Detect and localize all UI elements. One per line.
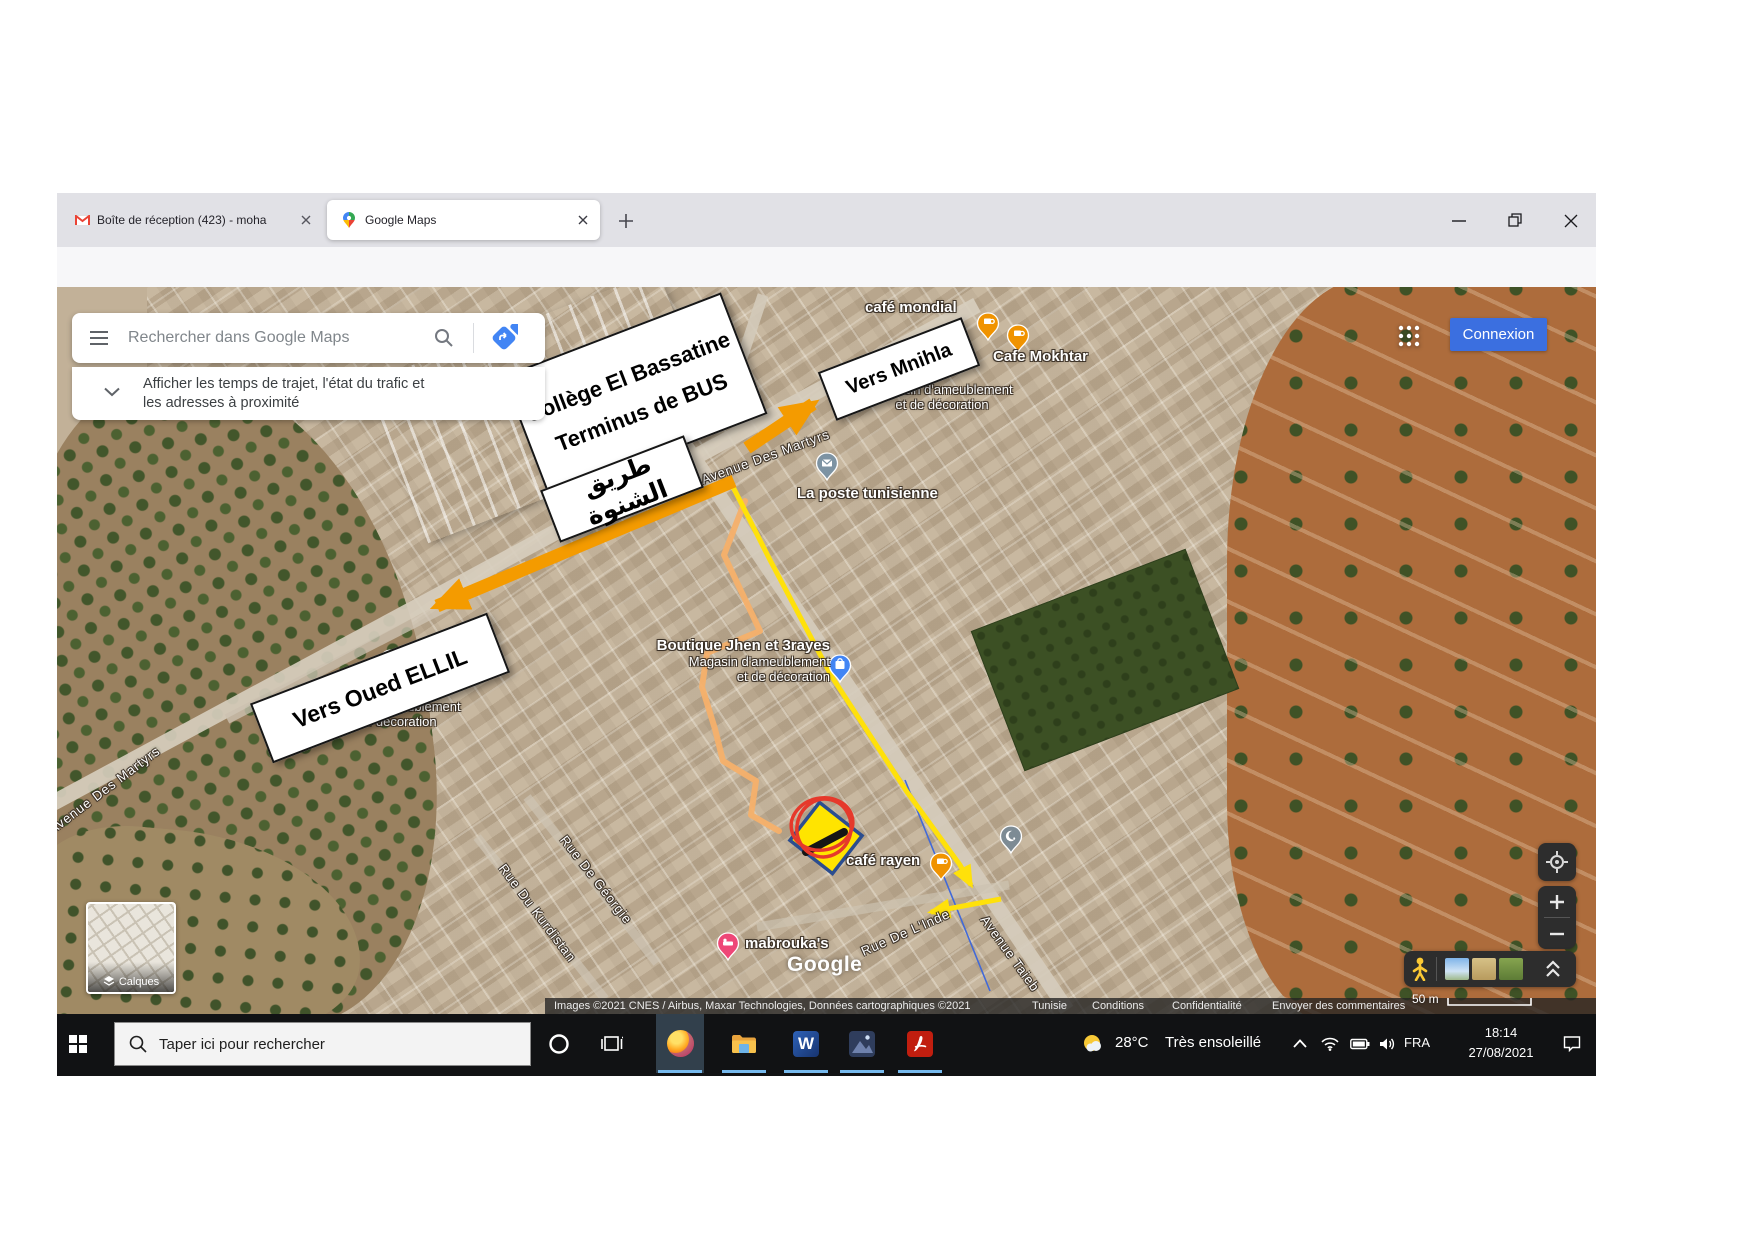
restore-button[interactable] <box>1505 211 1525 231</box>
divider <box>473 323 474 353</box>
tab-google-maps[interactable]: Google Maps <box>327 200 600 240</box>
tray-chevron-up-icon[interactable] <box>1285 1014 1315 1073</box>
attribution-text: Images ©2021 CNES / Airbus, Maxar Techno… <box>554 1000 971 1012</box>
imagery-bar <box>1404 951 1576 987</box>
post-office-pin[interactable] <box>817 453 838 480</box>
tray-time: 18:14 <box>1455 1023 1547 1043</box>
file-explorer-icon <box>731 1033 757 1055</box>
chevron-down-icon[interactable] <box>104 387 120 397</box>
google-watermark: Google <box>787 953 862 977</box>
attribution-link[interactable]: Conditions <box>1092 1000 1144 1012</box>
collapse-chevrons-icon[interactable] <box>1545 960 1561 978</box>
minimize-button[interactable] <box>1449 215 1469 227</box>
acrobat-icon <box>907 1031 933 1057</box>
traffic-panel[interactable]: Afficher les temps de trajet, l'état du … <box>72 367 545 420</box>
photos-taskbar-button[interactable] <box>838 1014 886 1073</box>
notification-center-icon[interactable] <box>1552 1014 1592 1073</box>
mosque-pin[interactable] <box>1001 826 1022 853</box>
search-icon[interactable] <box>434 328 454 348</box>
tab-title: Google Maps <box>365 213 578 227</box>
poi-label: mabrouka's <box>745 935 829 952</box>
attribution-link[interactable]: Tunisie <box>1032 1000 1067 1012</box>
taskbar-search-box[interactable]: Taper ici pour rechercher <box>114 1022 531 1066</box>
poi-label: café rayen <box>846 852 920 869</box>
imagery-thumb-sky[interactable] <box>1445 958 1469 980</box>
firefox-taskbar-button[interactable] <box>656 1014 704 1073</box>
signin-button[interactable]: Connexion <box>1450 318 1547 351</box>
tray-language[interactable]: FRA <box>1404 1035 1430 1050</box>
attribution-link[interactable]: Confidentialité <box>1172 1000 1242 1012</box>
poi-label-block: Boutique Jhen et 3rayes Magasin d'ameubl… <box>630 637 830 684</box>
wifi-icon[interactable] <box>1315 1014 1345 1073</box>
task-view-button[interactable] <box>591 1014 633 1073</box>
navigation-toolbar: https://www.google.tn/maps/@36.8441072,1… <box>57 247 1596 288</box>
photos-icon <box>849 1031 875 1057</box>
divider <box>1436 957 1437 981</box>
search-icon <box>129 1035 147 1053</box>
search-input[interactable]: Rechercher dans Google Maps <box>128 329 349 347</box>
word-icon: W <box>793 1031 819 1057</box>
google-maps-pin-icon <box>343 212 355 228</box>
scale-label: 50 m <box>1412 992 1439 1006</box>
close-icon[interactable] <box>301 215 311 225</box>
start-button[interactable] <box>61 1014 95 1073</box>
firefox-icon <box>667 1030 694 1057</box>
layers-icon <box>103 975 115 987</box>
close-icon[interactable] <box>578 215 588 225</box>
cafe-mondial-pin[interactable] <box>978 313 999 340</box>
imagery-thumb-field[interactable] <box>1472 958 1496 980</box>
tray-weather-text[interactable]: Très ensoleillé <box>1165 1034 1261 1051</box>
battery-icon[interactable] <box>1345 1014 1375 1073</box>
layers-control[interactable]: Calques <box>86 902 176 994</box>
explorer-taskbar-button[interactable] <box>720 1014 768 1073</box>
scale-bar <box>1447 997 1532 1007</box>
cortana-button[interactable] <box>539 1014 579 1073</box>
tray-date: 27/08/2021 <box>1455 1043 1547 1063</box>
taskbar-search-placeholder: Taper ici pour rechercher <box>159 1036 325 1053</box>
tray-temperature[interactable]: 28°C <box>1115 1034 1149 1051</box>
zoom-controls <box>1538 886 1576 949</box>
google-apps-grid-icon[interactable] <box>1398 325 1420 347</box>
gmail-icon <box>75 215 90 226</box>
map-canvas[interactable]: café mondial Cafe Mokhtar Magasin d'ameu… <box>57 287 1596 1014</box>
zoom-out-button[interactable] <box>1538 918 1576 949</box>
acrobat-taskbar-button[interactable] <box>896 1014 944 1073</box>
poi-label: Cafe Mokhtar <box>993 348 1088 365</box>
new-tab-button[interactable] <box>617 212 635 230</box>
tray-clock[interactable]: 18:14 27/08/2021 <box>1455 1023 1547 1063</box>
pegman-icon[interactable] <box>1412 957 1428 981</box>
directions-icon[interactable] <box>490 324 518 352</box>
weather-icon[interactable] <box>1075 1014 1111 1073</box>
cafe-rayen-pin[interactable] <box>931 853 952 880</box>
close-window-button[interactable] <box>1561 211 1581 231</box>
browser-window: Boîte de réception (423) - moha Google M… <box>57 193 1596 1076</box>
poi-label: La poste tunisienne <box>797 485 938 502</box>
imagery-thumb-grass[interactable] <box>1499 958 1523 980</box>
maps-search-card[interactable]: Rechercher dans Google Maps <box>72 313 545 363</box>
tab-gmail[interactable]: Boîte de réception (423) - moha <box>63 201 321 239</box>
menu-hamburger-icon[interactable] <box>89 330 109 346</box>
mabrouka-pin[interactable] <box>718 933 739 960</box>
layers-label: Calques <box>119 976 159 988</box>
tab-title: Boîte de réception (423) - moha <box>97 213 297 227</box>
speaker-icon[interactable] <box>1373 1014 1403 1073</box>
my-location-button[interactable] <box>1538 843 1576 881</box>
poi-label: café mondial <box>865 299 957 316</box>
attribution-link[interactable]: Envoyer des commentaires <box>1272 1000 1405 1012</box>
traffic-panel-text: Afficher les temps de trajet, l'état du … <box>143 375 424 413</box>
word-taskbar-button[interactable]: W <box>782 1014 830 1073</box>
windows-taskbar: Taper ici pour rechercher W <box>57 1014 1596 1076</box>
zoom-in-button[interactable] <box>1538 886 1576 917</box>
tab-bar: Boîte de réception (423) - moha Google M… <box>57 193 1596 247</box>
